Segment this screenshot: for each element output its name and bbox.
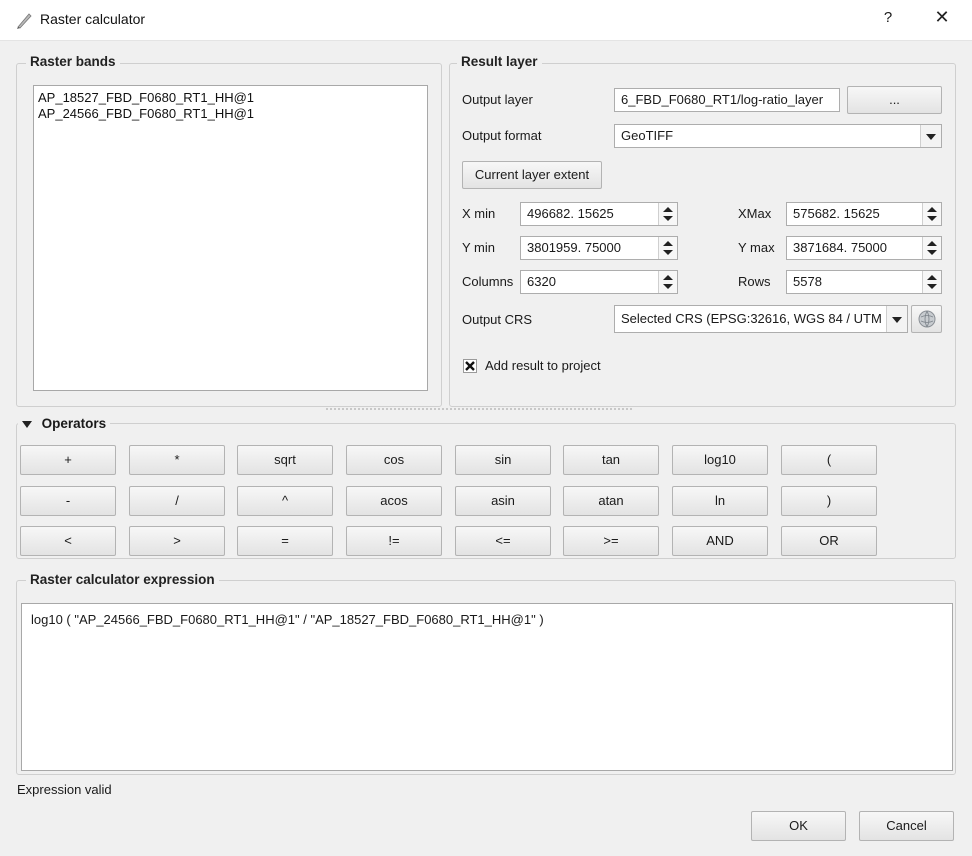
output-layer-label: Output layer bbox=[462, 92, 533, 107]
ymin-spinbox[interactable]: 3801959. 75000 bbox=[520, 236, 678, 260]
operator-button[interactable]: / bbox=[129, 486, 225, 516]
output-format-label: Output format bbox=[462, 128, 542, 143]
rows-label: Rows bbox=[738, 274, 771, 289]
operator-button[interactable]: <= bbox=[455, 526, 551, 556]
browse-button[interactable]: ... bbox=[847, 86, 942, 114]
output-crs-value: Selected CRS (EPSG:32616, WGS 84 / UTM bbox=[621, 311, 882, 326]
output-crs-select[interactable]: Selected CRS (EPSG:32616, WGS 84 / UTM bbox=[614, 305, 908, 333]
operator-button[interactable]: + bbox=[20, 445, 116, 475]
operator-button[interactable]: tan bbox=[563, 445, 659, 475]
ymin-label: Y min bbox=[462, 240, 495, 255]
operator-button[interactable]: ^ bbox=[237, 486, 333, 516]
xmin-label: X min bbox=[462, 206, 496, 221]
output-crs-label: Output CRS bbox=[462, 312, 533, 327]
output-layer-field[interactable]: 6_FBD_F0680_RT1/log-ratio_layer bbox=[614, 88, 840, 112]
operator-button[interactable]: >= bbox=[563, 526, 659, 556]
output-format-value: GeoTIFF bbox=[621, 128, 674, 143]
cancel-button[interactable]: Cancel bbox=[859, 811, 954, 841]
help-button[interactable]: ? bbox=[878, 9, 898, 26]
xmin-spinbox[interactable]: 496682. 15625 bbox=[520, 202, 678, 226]
chevron-down-icon[interactable] bbox=[920, 125, 941, 147]
operators-header[interactable]: Operators bbox=[18, 416, 111, 431]
operator-button[interactable]: sin bbox=[455, 445, 551, 475]
operator-button[interactable]: = bbox=[237, 526, 333, 556]
expression-text: log10 ( "AP_24566_FBD_F0680_RT1_HH@1" / … bbox=[31, 612, 544, 627]
xmin-value: 496682. 15625 bbox=[527, 206, 614, 221]
operator-button[interactable]: ln bbox=[672, 486, 768, 516]
close-button[interactable]: ✕ bbox=[932, 7, 952, 28]
result-layer-group bbox=[449, 63, 956, 407]
columns-label: Columns bbox=[462, 274, 514, 289]
checkmark-icon bbox=[465, 361, 475, 371]
ymax-spinbox[interactable]: 3871684. 75000 bbox=[786, 236, 942, 260]
globe-icon bbox=[918, 310, 936, 328]
operator-button[interactable]: ( bbox=[781, 445, 877, 475]
xmax-label: XMax bbox=[738, 206, 772, 221]
operator-button[interactable]: OR bbox=[781, 526, 877, 556]
operator-button[interactable]: AND bbox=[672, 526, 768, 556]
operator-button[interactable]: * bbox=[129, 445, 225, 475]
operator-button[interactable]: asin bbox=[455, 486, 551, 516]
operator-button[interactable]: atan bbox=[563, 486, 659, 516]
current-layer-extent-button[interactable]: Current layer extent bbox=[462, 161, 602, 189]
spin-arrows-icon[interactable] bbox=[658, 237, 677, 259]
operator-button[interactable]: acos bbox=[346, 486, 442, 516]
operator-button[interactable]: sqrt bbox=[237, 445, 333, 475]
chevron-down-icon[interactable] bbox=[886, 306, 907, 332]
title-bar: Raster calculator ? ✕ bbox=[0, 0, 972, 41]
xmax-value: 575682. 15625 bbox=[793, 206, 880, 221]
list-item[interactable]: AP_18527_FBD_F0680_RT1_HH@1 bbox=[38, 90, 254, 105]
splitter-handle[interactable] bbox=[326, 408, 632, 412]
operator-button[interactable]: ) bbox=[781, 486, 877, 516]
list-item[interactable]: AP_24566_FBD_F0680_RT1_HH@1 bbox=[38, 106, 254, 121]
operator-button[interactable]: != bbox=[346, 526, 442, 556]
raster-bands-list[interactable]: AP_18527_FBD_F0680_RT1_HH@1 AP_24566_FBD… bbox=[33, 85, 428, 391]
calculator-pencil-icon bbox=[17, 13, 32, 29]
window-title: Raster calculator bbox=[40, 11, 146, 27]
columns-spinbox[interactable]: 6320 bbox=[520, 270, 678, 294]
operator-button[interactable]: log10 bbox=[672, 445, 768, 475]
spin-arrows-icon[interactable] bbox=[658, 203, 677, 225]
expression-editor[interactable]: log10 ( "AP_24566_FBD_F0680_RT1_HH@1" / … bbox=[21, 603, 953, 771]
expression-status: Expression valid bbox=[17, 782, 112, 797]
raster-bands-title: Raster bands bbox=[26, 54, 120, 69]
crs-selector-button[interactable] bbox=[911, 305, 942, 333]
ymax-label: Y max bbox=[738, 240, 775, 255]
operator-button[interactable]: > bbox=[129, 526, 225, 556]
ok-button[interactable]: OK bbox=[751, 811, 846, 841]
rows-spinbox[interactable]: 5578 bbox=[786, 270, 942, 294]
add-result-label: Add result to project bbox=[485, 358, 601, 373]
spin-arrows-icon[interactable] bbox=[922, 203, 941, 225]
xmax-spinbox[interactable]: 575682. 15625 bbox=[786, 202, 942, 226]
result-layer-title: Result layer bbox=[457, 54, 542, 69]
operator-button[interactable]: cos bbox=[346, 445, 442, 475]
add-result-checkbox[interactable] bbox=[463, 359, 477, 373]
ymin-value: 3801959. 75000 bbox=[527, 240, 621, 255]
spin-arrows-icon[interactable] bbox=[922, 237, 941, 259]
collapse-triangle-icon bbox=[22, 421, 32, 429]
output-format-select[interactable]: GeoTIFF bbox=[614, 124, 942, 148]
ymax-value: 3871684. 75000 bbox=[793, 240, 887, 255]
operator-button[interactable]: - bbox=[20, 486, 116, 516]
columns-value: 6320 bbox=[527, 274, 556, 289]
spin-arrows-icon[interactable] bbox=[658, 271, 677, 293]
rows-value: 5578 bbox=[793, 274, 822, 289]
spin-arrows-icon[interactable] bbox=[922, 271, 941, 293]
expression-title: Raster calculator expression bbox=[26, 572, 219, 587]
operators-title: Operators bbox=[41, 416, 107, 431]
operator-button[interactable]: < bbox=[20, 526, 116, 556]
